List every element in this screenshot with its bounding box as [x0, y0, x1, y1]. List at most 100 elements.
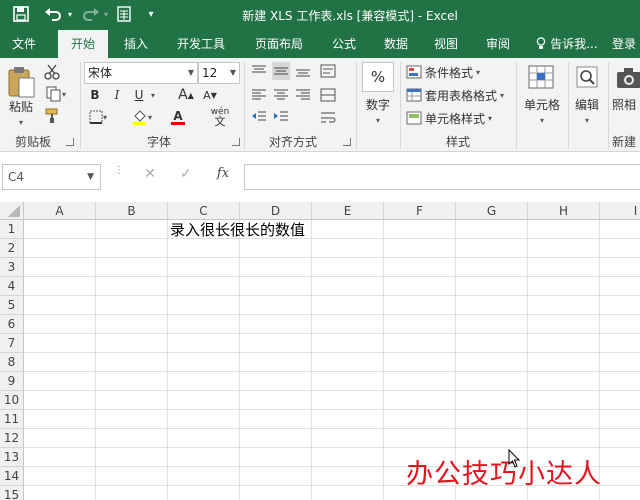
font-size-combo[interactable]: 12 ▼ [198, 62, 240, 84]
row-header-4[interactable]: 4 [0, 277, 24, 296]
phonetic-button[interactable]: wén 文 [208, 106, 232, 128]
row-header-11[interactable]: 11 [0, 410, 24, 429]
column-header-g[interactable]: G [456, 202, 528, 220]
tab-formulas[interactable]: 公式 [322, 30, 366, 58]
styles-group-label: 样式 [445, 135, 470, 149]
drag-handle-icon[interactable]: ⋮ [114, 166, 124, 186]
enter-icon[interactable]: ✓ [176, 166, 196, 186]
tab-insert[interactable]: 插入 [114, 30, 158, 58]
group-separator [516, 62, 517, 148]
column-header-c[interactable]: C [168, 202, 240, 220]
cell-styles-button[interactable]: 单元格样式 ▾ [406, 108, 492, 128]
name-box-value: C4 [8, 170, 25, 184]
signin-link[interactable]: 登录 [606, 30, 640, 58]
decrease-indent-icon[interactable] [250, 108, 268, 126]
underline-dropdown-icon[interactable]: ▾ [148, 86, 158, 104]
align-left-icon[interactable] [250, 86, 268, 104]
tab-developer[interactable]: 开发工具 [168, 30, 234, 58]
row-header-13[interactable]: 13 [0, 448, 24, 467]
cut-icon[interactable] [42, 62, 62, 82]
font-size-value: 12 [202, 66, 218, 80]
clipboard-launcher-icon[interactable] [66, 138, 74, 146]
shrink-font-button[interactable]: A ▼ [200, 86, 220, 104]
tell-me-label: 告诉我... [550, 37, 598, 51]
italic-button[interactable]: I [108, 86, 126, 104]
cell-c1[interactable]: 录入很长很长的数值 [168, 221, 305, 240]
editing-label: 编辑 [574, 98, 599, 112]
merge-center-icon[interactable] [318, 86, 338, 104]
row-gridline [24, 238, 640, 239]
row-header-8[interactable]: 8 [0, 353, 24, 372]
wrap-text-icon[interactable] [318, 108, 338, 126]
increase-indent-icon[interactable] [272, 108, 290, 126]
number-format-button[interactable]: % [362, 62, 394, 92]
row-header-9[interactable]: 9 [0, 372, 24, 391]
format-as-table-button[interactable]: 套用表格格式 ▾ [406, 85, 504, 105]
paste-dropdown-icon[interactable]: ▾ [16, 114, 26, 128]
tab-view[interactable]: 视图 [424, 30, 468, 58]
column-gridline [311, 220, 312, 500]
group-separator [80, 62, 81, 148]
row-header-3[interactable]: 3 [0, 258, 24, 277]
row-header-10[interactable]: 10 [0, 391, 24, 410]
conditional-format-button[interactable]: 条件格式 ▾ [406, 62, 480, 82]
align-right-icon[interactable] [294, 86, 312, 104]
grow-font-button[interactable]: A ▲ [176, 86, 196, 104]
column-gridline [95, 220, 96, 500]
column-header-e[interactable]: E [312, 202, 384, 220]
row-header-1[interactable]: 1 [0, 220, 24, 239]
column-header-i[interactable]: I [600, 202, 640, 220]
font-name-value: 宋体 [88, 66, 113, 80]
row-header-14[interactable]: 14 [0, 467, 24, 486]
tell-me-box[interactable]: 告诉我... [532, 30, 602, 58]
tab-review[interactable]: 审阅 [476, 30, 520, 58]
underline-button[interactable]: U [130, 86, 148, 104]
row-header-7[interactable]: 7 [0, 334, 24, 353]
camera-label: 照相 [612, 98, 637, 112]
align-middle-icon[interactable] [272, 62, 290, 80]
borders-button[interactable]: ▾ [86, 108, 110, 126]
paste-button[interactable] [4, 62, 38, 102]
editing-dropdown-icon[interactable]: ▾ [581, 112, 593, 126]
font-launcher-icon[interactable] [232, 138, 240, 146]
copy-icon[interactable]: ▾ [42, 84, 70, 104]
font-name-combo[interactable]: 宋体 ▼ [84, 62, 198, 84]
number-dropdown-icon[interactable]: ▾ [372, 112, 384, 126]
camera-icon[interactable] [614, 64, 640, 92]
font-color-button[interactable]: A [164, 108, 192, 126]
cells-icon[interactable] [524, 62, 558, 92]
tab-data[interactable]: 数据 [374, 30, 418, 58]
row-gridline [24, 295, 640, 296]
fill-color-button[interactable]: ▾ [128, 108, 156, 126]
cancel-icon[interactable]: ✕ [140, 166, 160, 186]
chevron-down-icon: ▼ [87, 172, 94, 182]
function-icon[interactable]: fx [212, 166, 234, 186]
column-header-h[interactable]: H [528, 202, 600, 220]
column-header-b[interactable]: B [96, 202, 168, 220]
tab-home[interactable]: 开始 [58, 30, 108, 58]
tab-page-layout[interactable]: 页面布局 [246, 30, 312, 58]
row-header-15[interactable]: 15 [0, 486, 24, 500]
row-header-12[interactable]: 12 [0, 429, 24, 448]
alignment-launcher-icon[interactable] [343, 138, 351, 146]
bold-button[interactable]: B [86, 86, 104, 104]
format-painter-icon[interactable] [42, 106, 62, 126]
align-center-icon[interactable] [272, 86, 290, 104]
column-header-a[interactable]: A [24, 202, 96, 220]
row-header-5[interactable]: 5 [0, 296, 24, 315]
tab-file[interactable]: 文件 [0, 30, 48, 58]
orientation-icon[interactable] [318, 62, 338, 80]
conditional-format-label: 条件格式 [425, 65, 474, 80]
search-icon[interactable] [572, 62, 602, 92]
column-header-f[interactable]: F [384, 202, 456, 220]
align-bottom-icon[interactable] [294, 62, 312, 80]
column-header-d[interactable]: D [240, 202, 312, 220]
name-box[interactable]: C4 ▼ [2, 164, 101, 190]
select-all-corner[interactable] [0, 202, 24, 220]
row-header-2[interactable]: 2 [0, 239, 24, 258]
cells-dropdown-icon[interactable]: ▾ [536, 112, 548, 126]
formula-input[interactable] [244, 164, 640, 190]
row-header-6[interactable]: 6 [0, 315, 24, 334]
align-top-icon[interactable] [250, 62, 268, 80]
font-color-glyph: A [173, 108, 183, 123]
